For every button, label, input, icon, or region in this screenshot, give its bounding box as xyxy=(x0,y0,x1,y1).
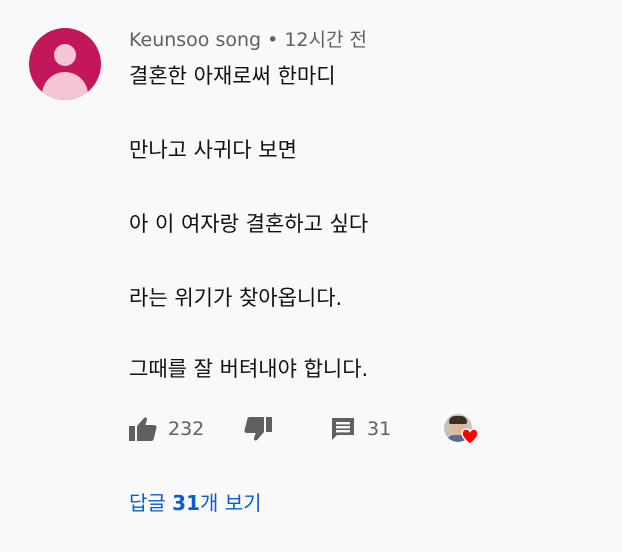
replies-suffix: 개 보기 xyxy=(200,491,262,515)
thumbs-up-icon xyxy=(129,417,157,441)
reply-button[interactable]: 31 xyxy=(330,414,391,444)
comment-text-line: 결혼한 아재로써 한마디 xyxy=(129,64,336,88)
comment-text-line: 그때를 잘 버텨내야 합니다. xyxy=(129,357,369,381)
thumbs-down-icon xyxy=(244,417,272,441)
creator-heart-badge xyxy=(444,414,482,446)
comment-text-line: 라는 위기가 찾아옵니다. xyxy=(129,286,343,310)
comment-icon xyxy=(332,418,354,440)
replies-prefix: 답글 xyxy=(129,491,166,515)
comment-header: Keunsoo song • 12시간 전 xyxy=(129,29,367,51)
replies-count: 31 xyxy=(172,491,201,515)
comment-timestamp[interactable]: 12시간 전 xyxy=(284,29,367,51)
reply-count: 31 xyxy=(367,418,392,440)
comment-thread: Keunsoo song • 12시간 전 결혼한 아재로써 한마디 만나고 사귀다… xyxy=(0,0,622,552)
avatar-shoulders xyxy=(42,72,88,100)
avatar-head xyxy=(54,44,76,66)
creator-avatar-hair xyxy=(449,416,467,424)
heart-icon xyxy=(461,428,479,445)
view-replies-link[interactable]: 답글 31개 보기 xyxy=(129,490,262,516)
author-avatar[interactable] xyxy=(29,28,101,100)
author-name[interactable]: Keunsoo song xyxy=(129,29,261,51)
comment-text-line: 만나고 사귀다 보면 xyxy=(129,138,297,162)
comment-text-line: 아 이 여자랑 결혼하고 싶다 xyxy=(129,212,369,236)
like-count: 232 xyxy=(168,418,205,440)
meta-separator: • xyxy=(267,29,279,51)
like-button[interactable]: 232 xyxy=(129,414,204,444)
dislike-button[interactable] xyxy=(244,414,272,444)
